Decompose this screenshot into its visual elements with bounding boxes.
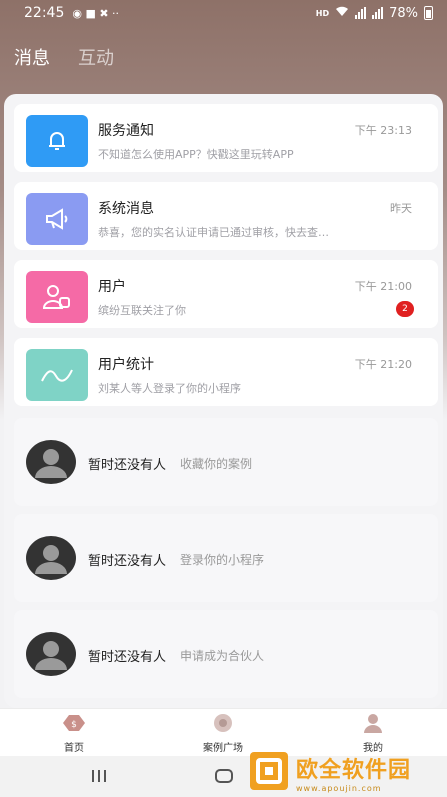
message-title: 用户	[98, 279, 126, 295]
cases-icon	[211, 713, 235, 737]
message-row-stats[interactable]: 用户统计 刘某人等人登录了你的小程序 下午 21:20	[14, 338, 438, 406]
message-time: 下午 21:00	[354, 280, 412, 293]
wave-icon	[26, 349, 88, 401]
empty-row-logins[interactable]: 暂时还没有人 登录你的小程序	[14, 514, 438, 602]
empty-name: 暂时还没有人	[88, 458, 167, 473]
wifi-icon	[335, 6, 349, 21]
tabbar-label: 案例广场	[203, 743, 243, 754]
avatar-placeholder-icon	[26, 440, 76, 484]
message-time: 下午 23:13	[354, 124, 412, 137]
home-nav-icon[interactable]	[214, 768, 234, 788]
message-time: 下午 21:20	[354, 358, 412, 371]
watermark-title: 欧全软件园	[296, 758, 412, 783]
watermark: 欧全软件园 www.apoujin.com	[248, 748, 447, 797]
battery-percent: 78%	[389, 5, 418, 21]
empty-desc: 申请成为合伙人	[180, 649, 265, 663]
home-icon: $	[61, 713, 87, 737]
message-time: 昨天	[390, 202, 412, 215]
tabbar-label: 首页	[64, 743, 84, 754]
bell-icon	[26, 115, 88, 167]
empty-desc: 收藏你的案例	[180, 457, 253, 471]
message-row-system[interactable]: 系统消息 恭喜，您的实名认证申请已通过审核，快去查… 昨天	[14, 182, 438, 250]
message-title: 服务通知	[98, 123, 154, 139]
notification-icons: ◉ ■ ✖ ··	[72, 6, 120, 20]
status-time: 22:45	[24, 5, 65, 21]
empty-name: 暂时还没有人	[88, 650, 167, 665]
empty-desc: 登录你的小程序	[180, 553, 265, 567]
profile-icon	[362, 713, 384, 737]
empty-row-favorites[interactable]: 暂时还没有人 收藏你的案例	[14, 418, 438, 506]
megaphone-icon	[26, 193, 88, 245]
avatar-placeholder-icon	[26, 536, 76, 580]
tab-interaction[interactable]: 互动	[78, 44, 114, 70]
message-row-user[interactable]: 用户 缤纷互联关注了你 下午 21:00 2	[14, 260, 438, 328]
message-title: 系统消息	[98, 201, 154, 217]
message-subtitle: 恭喜，您的实名认证申请已通过审核，快去查…	[98, 226, 329, 239]
message-title: 用户统计	[98, 357, 154, 373]
tab-messages[interactable]: 消息	[14, 44, 50, 70]
users-icon	[26, 271, 88, 323]
battery-icon	[424, 6, 433, 20]
watermark-url: www.apoujin.com	[296, 784, 382, 793]
svg-text:$: $	[71, 720, 77, 730]
empty-name: 暂时还没有人	[88, 554, 167, 569]
top-tabs: 消息 互动	[14, 44, 114, 70]
hd-icon: HD	[315, 8, 330, 18]
message-subtitle: 刘某人等人登录了你的小程序	[98, 382, 241, 395]
message-panel: 服务通知 不知道怎么使用APP？快戳这里玩转APP 下午 23:13 系统消息 …	[4, 94, 443, 708]
status-bar: 22:45 ◉ ■ ✖ ·· HD 78%	[0, 0, 447, 26]
recent-apps-icon[interactable]	[90, 768, 108, 787]
signal-icon	[355, 7, 367, 19]
signal-icon-2	[372, 7, 384, 19]
message-subtitle: 缤纷互联关注了你	[98, 304, 186, 317]
tabbar-home[interactable]: $ 首页	[34, 713, 114, 754]
watermark-logo-icon	[248, 750, 290, 796]
message-subtitle: 不知道怎么使用APP？快戳这里玩转APP	[98, 148, 294, 161]
avatar-placeholder-icon	[26, 632, 76, 676]
message-row-service[interactable]: 服务通知 不知道怎么使用APP？快戳这里玩转APP 下午 23:13	[14, 104, 438, 172]
unread-badge: 2	[396, 301, 414, 317]
empty-row-partners[interactable]: 暂时还没有人 申请成为合伙人	[14, 610, 438, 698]
